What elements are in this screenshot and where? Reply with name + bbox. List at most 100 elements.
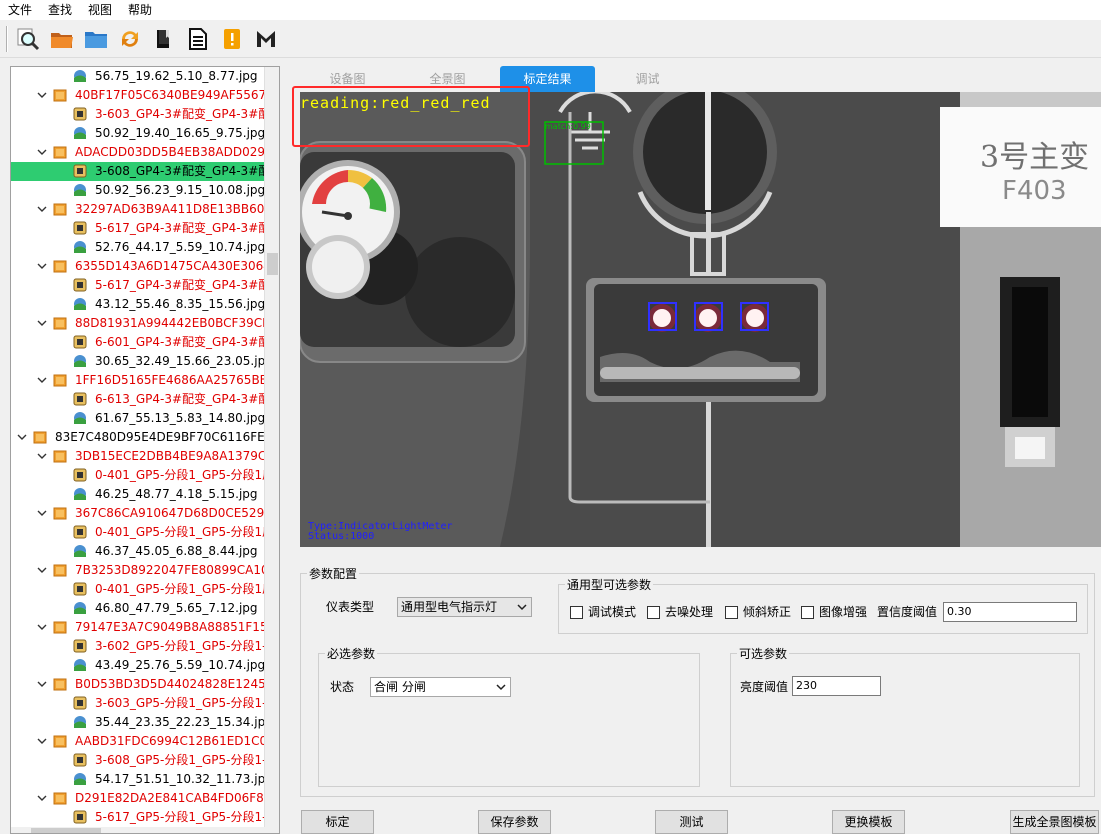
tree-file-item[interactable]: 30.65_32.49_15.66_23.05.jpg <box>11 352 266 371</box>
menu-file[interactable]: 文件 <box>0 0 40 20</box>
tree-folder-item[interactable]: D291E82DA2E841CAB4FD06F88E <box>11 789 266 808</box>
document-icon[interactable] <box>184 25 212 53</box>
tree-file-item[interactable]: 5-617_GP4-3#配变_GP4-3#配变 <box>11 219 266 238</box>
scrollbar-thumb[interactable] <box>267 253 278 275</box>
tree-file-item[interactable]: 3-603_GP4-3#配变_GP4-3#配变 <box>11 105 266 124</box>
folder-icon[interactable] <box>82 25 110 53</box>
tree-file-item[interactable]: 50.92_56.23_9.15_10.08.jpg <box>11 181 266 200</box>
tree-folder-item[interactable]: 3DB15ECE2DBB4BE9A8A1379C3 <box>11 447 266 466</box>
tree-item-label: 40BF17F05C6340BE949AF556730 <box>75 88 266 102</box>
brightness-threshold-input[interactable]: 230 <box>792 676 881 696</box>
generate-panorama-template-button[interactable]: 生成全景图模板 <box>1010 810 1099 834</box>
tree-folder-item[interactable]: ADACDD03DD5B4EB38ADD029C <box>11 143 266 162</box>
test-button[interactable]: 测试 <box>655 810 728 834</box>
tree-horizontal-scrollbar[interactable] <box>11 827 266 833</box>
scrollbar-thumb[interactable] <box>31 828 101 833</box>
tree-item-label: 46.80_47.79_5.65_7.12.jpg <box>95 601 258 615</box>
chevron-down-icon[interactable] <box>37 565 47 575</box>
tree-folder-item[interactable]: 40BF17F05C6340BE949AF556730 <box>11 86 266 105</box>
menu-find[interactable]: 查找 <box>40 0 80 20</box>
tree-file-item[interactable]: 43.49_25.76_5.59_10.74.jpg <box>11 656 266 675</box>
tree-item-label: 50.92_19.40_16.65_9.75.jpg <box>95 126 266 140</box>
tree-folder-item[interactable]: 1FF16D5165FE4686AA25765BE2 <box>11 371 266 390</box>
checkbox-box[interactable] <box>647 605 660 619</box>
tree-folder-item[interactable]: 367C86CA910647D68D0CE52926 <box>11 504 266 523</box>
denoise-checkbox[interactable]: 去噪处理 <box>647 604 713 620</box>
menu-help[interactable]: 帮助 <box>120 0 160 20</box>
book-icon[interactable] <box>150 25 178 53</box>
chevron-down-icon[interactable] <box>37 261 47 271</box>
tree-file-item[interactable]: 54.17_51.51_10.32_11.73.jpg <box>11 770 266 789</box>
chevron-down-icon[interactable] <box>17 432 27 442</box>
image-enhance-checkbox[interactable]: 图像增强 <box>801 604 867 620</box>
chevron-down-icon[interactable] <box>37 451 47 461</box>
meter-type-select[interactable]: 通用型电气指示灯 <box>397 597 532 617</box>
tab-debug[interactable]: 调试 <box>600 66 695 92</box>
refresh-icon[interactable] <box>116 25 144 53</box>
tree-file-item[interactable]: 46.37_45.05_6.88_8.44.jpg <box>11 542 266 561</box>
replace-template-button[interactable]: 更换模板 <box>832 810 905 834</box>
search-icon[interactable] <box>14 25 42 53</box>
tree-folder-item[interactable]: 83E7C480D95E4DE9BF70C6116FE7D <box>11 428 266 447</box>
logo-icon[interactable] <box>252 25 280 53</box>
chevron-down-icon[interactable] <box>37 736 47 746</box>
tree-file-item[interactable]: 0-401_GP5-分段1_GP5-分段1肩 <box>11 523 266 542</box>
chevron-down-icon[interactable] <box>37 622 47 632</box>
tree-file-item[interactable]: 56.75_19.62_5.10_8.77.jpg <box>11 67 266 86</box>
debug-mode-checkbox[interactable]: 调试模式 <box>570 604 636 620</box>
open-folder-icon[interactable] <box>48 25 76 53</box>
image-file-icon <box>73 69 87 83</box>
chevron-down-icon[interactable] <box>37 204 47 214</box>
tree-file-item[interactable]: 3-608_GP4-3#配变_GP4-3#配变 <box>11 162 266 181</box>
menu-view[interactable]: 视图 <box>80 0 120 20</box>
confidence-threshold-input[interactable]: 0.30 <box>943 602 1077 622</box>
tree-vertical-scrollbar[interactable] <box>264 67 279 833</box>
chevron-down-icon[interactable] <box>37 318 47 328</box>
tree-folder-item[interactable]: 6355D143A6D1475CA430E30642 <box>11 257 266 276</box>
tree-file-item[interactable]: 5-617_GP4-3#配变_GP4-3#配变 <box>11 276 266 295</box>
tree-folder-item[interactable]: 79147E3A7C9049B8A88851F15D <box>11 618 266 637</box>
tree-file-item[interactable]: 6-613_GP4-3#配变_GP4-3#配变 <box>11 390 266 409</box>
tab-device-image[interactable]: 设备图 <box>300 66 395 92</box>
template-file-icon <box>73 582 87 596</box>
tilt-correction-checkbox[interactable]: 倾斜矫正 <box>725 604 791 620</box>
tree-file-item[interactable]: 0-401_GP5-分段1_GP5-分段1肩 <box>11 466 266 485</box>
checkbox-box[interactable] <box>801 605 814 619</box>
checkbox-box[interactable] <box>570 605 583 619</box>
warning-icon[interactable] <box>218 25 246 53</box>
tree-folder-item[interactable]: 7B3253D8922047FE80899CA106 <box>11 561 266 580</box>
save-params-button[interactable]: 保存参数 <box>478 810 551 834</box>
template-file-icon <box>73 753 87 767</box>
tree-file-item[interactable]: 46.80_47.79_5.65_7.12.jpg <box>11 599 266 618</box>
file-tree[interactable]: 56.75_19.62_5.10_8.77.jpg 40BF17F05C6340B… <box>10 66 280 834</box>
tree-file-item[interactable]: 61.67_55.13_5.83_14.80.jpg <box>11 409 266 428</box>
chevron-down-icon[interactable] <box>37 147 47 157</box>
tree-folder-item[interactable]: AABD31FDC6994C12B61ED1C0B <box>11 732 266 751</box>
tree-file-item[interactable]: 5-617_GP5-分段1_GP5-分段1- <box>11 808 266 827</box>
state-select[interactable]: 合闸 分闸 <box>370 677 511 697</box>
tab-panorama[interactable]: 全景图 <box>400 66 495 92</box>
tree-file-item[interactable]: 35.44_23.35_22.23_15.34.jpg <box>11 713 266 732</box>
tree-file-item[interactable]: 0-401_GP5-分段1_GP5-分段1肩 <box>11 580 266 599</box>
tree-file-item[interactable]: 6-601_GP4-3#配变_GP4-3#配变 <box>11 333 266 352</box>
tab-calibration-result[interactable]: 标定结果 <box>500 66 595 92</box>
chevron-down-icon[interactable] <box>37 679 47 689</box>
chevron-down-icon[interactable] <box>37 793 47 803</box>
tree-file-item[interactable]: 43.12_55.46_8.35_15.56.jpg <box>11 295 266 314</box>
calibrate-button[interactable]: 标定 <box>301 810 374 834</box>
tree-file-item[interactable]: 3-603_GP5-分段1_GP5-分段1- <box>11 694 266 713</box>
chevron-down-icon[interactable] <box>37 375 47 385</box>
tree-file-item[interactable]: 50.92_19.40_16.65_9.75.jpg <box>11 124 266 143</box>
tree-item-label: 0-401_GP5-分段1_GP5-分段1肩 <box>95 582 266 596</box>
tree-folder-item[interactable]: 88D81931A994442EB0BCF39CFE <box>11 314 266 333</box>
tree-file-item[interactable]: 3-608_GP5-分段1_GP5-分段1- <box>11 751 266 770</box>
image-file-icon <box>73 354 87 368</box>
tree-folder-item[interactable]: B0D53BD3D5D44024828E1245F7 <box>11 675 266 694</box>
tree-folder-item[interactable]: 32297AD63B9A411D8E13BB60D <box>11 200 266 219</box>
tree-file-item[interactable]: 46.25_48.77_4.18_5.15.jpg <box>11 485 266 504</box>
chevron-down-icon[interactable] <box>37 90 47 100</box>
checkbox-box[interactable] <box>725 605 738 619</box>
tree-file-item[interactable]: 52.76_44.17_5.59_10.74.jpg <box>11 238 266 257</box>
chevron-down-icon[interactable] <box>37 508 47 518</box>
tree-file-item[interactable]: 3-602_GP5-分段1_GP5-分段1- <box>11 637 266 656</box>
